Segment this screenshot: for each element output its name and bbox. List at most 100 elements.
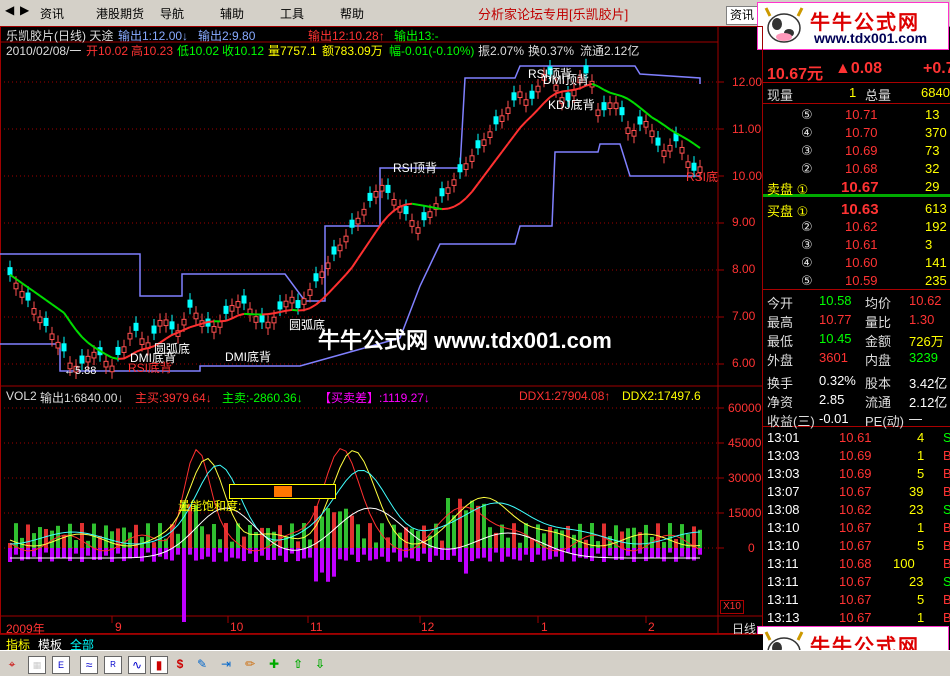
candle-body xyxy=(680,147,684,153)
ma-segment xyxy=(508,136,514,144)
tick-row: 13:1310.671B xyxy=(763,608,950,628)
diff-bar xyxy=(326,548,330,582)
diff-bar xyxy=(266,548,270,560)
volume-bar xyxy=(152,542,156,548)
volume-bar xyxy=(422,526,426,548)
pin-icon[interactable]: ⌖ xyxy=(4,656,20,672)
volume-bar xyxy=(644,525,648,548)
menu-help[interactable]: 帮助 xyxy=(340,5,364,22)
diff-bar xyxy=(626,548,630,556)
export-icon[interactable]: ⇥ xyxy=(218,656,234,672)
volume-bar xyxy=(548,527,552,548)
grid-icon[interactable]: ▦ xyxy=(28,656,46,674)
diff-bar xyxy=(590,548,594,561)
diff-bar xyxy=(104,548,108,556)
diff-bar xyxy=(482,548,486,558)
logo-url: www.tdx001.com xyxy=(814,30,927,46)
arrow-up-icon[interactable]: ⇧ xyxy=(290,656,306,672)
ma-segment xyxy=(454,203,460,206)
volume-bar xyxy=(458,499,462,548)
bar-icon[interactable]: ▮ xyxy=(150,656,168,674)
ma-segment xyxy=(460,198,466,203)
diff-bar xyxy=(170,548,174,561)
cross-icon[interactable]: ✚ xyxy=(266,656,282,672)
ma-segment xyxy=(220,321,226,322)
ma-segment xyxy=(574,88,580,89)
stat-row: 净资2.85流通2.12亿 xyxy=(763,390,950,410)
ma-segment xyxy=(334,281,340,287)
tick-price: 10.67 xyxy=(839,538,872,553)
diff-bar xyxy=(428,548,432,562)
ann-rsi-bottom: RSI底 xyxy=(686,168,718,185)
candle-body xyxy=(86,356,90,362)
chart-icon[interactable]: ≈ xyxy=(80,656,98,674)
diff-bar xyxy=(272,548,276,560)
tick-row: 13:1010.671B xyxy=(763,518,950,538)
diff-bar xyxy=(128,548,132,558)
diff-bar xyxy=(218,548,222,553)
tick-row: 13:1110.68100B xyxy=(763,554,950,574)
diff-bar xyxy=(38,548,42,562)
candle-body xyxy=(512,93,516,100)
candle-body xyxy=(230,306,234,312)
menu-tools[interactable]: 工具 xyxy=(280,5,304,22)
candle-body xyxy=(608,103,612,109)
diff-bar xyxy=(542,548,546,561)
tick-time: 13:03 xyxy=(767,466,800,481)
tick-volume: 1 xyxy=(917,448,924,463)
candle-body xyxy=(494,117,498,124)
x-label-1: 1 xyxy=(541,620,548,634)
tick-volume: 1 xyxy=(917,520,924,535)
y-tick-1100: 11.00 xyxy=(732,122,761,136)
tick-price: 10.67 xyxy=(839,574,872,589)
vol-y-0: 0 xyxy=(748,541,755,555)
ask-volume: 32 xyxy=(925,161,939,176)
rsi-icon[interactable]: R xyxy=(104,656,122,674)
y-tick-1200: 12.00 xyxy=(732,75,762,89)
tick-volume: 5 xyxy=(917,538,924,553)
tick-side: B xyxy=(943,466,950,481)
tools-icon[interactable]: ✎ xyxy=(194,656,210,672)
stat-value: 3601 xyxy=(819,350,848,365)
volume-bar xyxy=(572,535,576,548)
diff-bar xyxy=(242,548,246,561)
arrow-down-icon[interactable]: ⇩ xyxy=(312,656,328,672)
etf-icon[interactable]: E xyxy=(52,656,70,674)
menu-news[interactable]: 资讯 xyxy=(40,5,64,22)
volume-bar xyxy=(206,534,210,548)
dollar-icon[interactable]: $ xyxy=(172,656,188,672)
stat-value: -0.01 xyxy=(819,411,849,426)
tick-row: 13:1110.6723S xyxy=(763,572,950,592)
menu-assist[interactable]: 辅助 xyxy=(220,5,244,22)
volume-bar xyxy=(338,511,342,548)
diff-bar xyxy=(122,548,126,561)
menu-hk-futures[interactable]: 港股期货 xyxy=(96,5,144,22)
pencil-icon[interactable]: ✏ xyxy=(242,656,258,672)
diff-bar xyxy=(644,548,648,561)
diff-bar xyxy=(230,548,234,558)
vol-ddx1: DDX1:27904.08↑ xyxy=(519,389,610,403)
x-label-12: 12 xyxy=(421,620,434,634)
candle-body xyxy=(224,306,228,313)
candle-body xyxy=(632,131,636,137)
tick-side: B xyxy=(943,448,950,463)
volume-bar xyxy=(218,539,222,548)
bid-level: ⑤ xyxy=(801,273,813,289)
wave-icon[interactable]: ∿ xyxy=(128,656,146,674)
candle-body xyxy=(446,188,450,194)
menu-nav[interactable]: 导航 xyxy=(160,5,184,22)
candle-body xyxy=(596,110,600,116)
forward-icon[interactable]: ▶ xyxy=(20,3,29,17)
ma-segment xyxy=(238,314,244,316)
volume-bar xyxy=(278,525,282,548)
tick-price: 10.62 xyxy=(839,502,872,517)
news-button[interactable]: 资讯 xyxy=(726,6,758,25)
diff-bar xyxy=(356,548,360,562)
bid-price: 10.59 xyxy=(845,273,878,288)
bid-row: ②10.62192 xyxy=(763,217,950,237)
price-row: 10.67元 ▲0.08 +0.7 xyxy=(763,59,950,81)
candle-body xyxy=(62,344,66,351)
volume-bar xyxy=(662,542,666,548)
candle-body xyxy=(668,145,672,151)
back-icon[interactable]: ◀ xyxy=(5,3,14,17)
